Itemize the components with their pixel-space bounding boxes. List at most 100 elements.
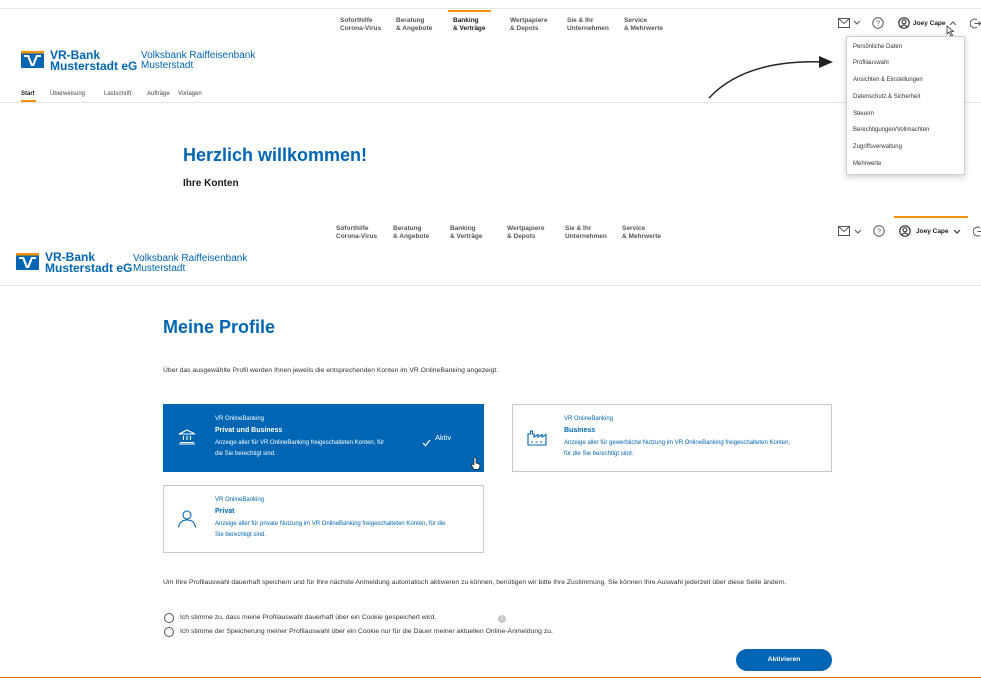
profile-card-privat-business[interactable]: VR OnlineBanking Privat und Business Anz… xyxy=(163,404,484,472)
nav-item-soforthilfe[interactable]: Soforthilfe Corona-Virus xyxy=(336,225,377,240)
logout-icon[interactable] xyxy=(969,18,981,32)
subnav-ueberweisung[interactable]: Überweisung xyxy=(50,91,85,97)
nav-line1: Sie & Ihr xyxy=(567,17,594,24)
nav-line2: & Angebote xyxy=(396,24,433,32)
radio-label-permanent[interactable]: Ich stimme zu, dass meine Profilauswahl … xyxy=(180,614,436,621)
welcome-title: Herzlich willkommen! xyxy=(183,145,368,165)
intro-text: Über das ausgewählte Profil werden Ihnen… xyxy=(163,367,499,374)
subnav-start[interactable]: Start xyxy=(21,91,35,97)
page-title: Meine Profile xyxy=(163,317,276,337)
chevron-down-icon[interactable] xyxy=(853,19,861,29)
factory-icon xyxy=(527,430,547,451)
person-icon xyxy=(177,510,197,533)
card-description-line2: für die Sie berechtigt sind. xyxy=(564,451,634,457)
nav-item-service[interactable]: Service & Mehrwerte xyxy=(624,17,663,32)
nav-line1: Beratung xyxy=(396,17,425,24)
menu-item-zugriffsverwaltung[interactable]: Zugriffsverwaltung xyxy=(853,144,902,150)
chevron-down-icon[interactable] xyxy=(953,228,961,238)
user-name[interactable]: Joey Cape xyxy=(913,20,946,27)
info-icon[interactable]: i xyxy=(498,615,506,623)
subnav-auftraege[interactable]: Aufträge xyxy=(147,91,170,97)
radio-consent-permanent[interactable] xyxy=(164,613,174,623)
accounts-heading: Ihre Konten xyxy=(183,178,239,189)
bottom-accent-line xyxy=(0,677,981,678)
nav-line1: Banking xyxy=(450,225,476,232)
mail-icon[interactable] xyxy=(838,18,850,31)
nav-line1: Sie & Ihr xyxy=(565,225,592,232)
user-name[interactable]: Joey Cape xyxy=(916,228,949,235)
nav-item-beratung[interactable]: Beratung & Angebote xyxy=(396,17,432,32)
card-type: VR OnlineBanking xyxy=(215,497,265,503)
subnav-vorlagen[interactable]: Vorlagen xyxy=(178,91,202,97)
nav-item-beratung[interactable]: Beratung & Angebote xyxy=(393,225,429,240)
nav-item-banking[interactable]: Banking & Verträge xyxy=(450,225,483,240)
nav-line2: Unternehmen xyxy=(565,232,607,240)
card-description-line1: Anzeige aller für VR OnlineBanking freig… xyxy=(215,440,385,446)
nav-line1: Wertpapiere xyxy=(507,225,545,232)
user-menu-active-indicator xyxy=(894,216,968,218)
svg-text:?: ? xyxy=(876,19,880,28)
help-icon[interactable]: ? xyxy=(873,225,885,240)
card-title: Privat und Business xyxy=(215,427,283,434)
user-avatar-icon[interactable] xyxy=(898,17,910,32)
nav-item-unternehmen[interactable]: Sie & Ihr Unternehmen xyxy=(565,225,607,240)
header-divider xyxy=(0,285,981,286)
nav-line1: Service xyxy=(624,17,648,24)
brand-sub-line2: Musterstadt xyxy=(141,60,194,71)
card-type: VR OnlineBanking xyxy=(215,416,265,422)
radio-label-session[interactable]: Ich stimme der Speicherung meiner Profil… xyxy=(180,628,553,635)
subnav-lastschrift[interactable]: Lastschrift xyxy=(104,91,131,97)
svg-text:?: ? xyxy=(877,227,881,236)
nav-line2: & Depots xyxy=(510,24,539,32)
nav-line2: Corona-Virus xyxy=(340,24,382,32)
nav-item-wertpapiere[interactable]: Wertpapiere & Depots xyxy=(510,17,547,32)
chevron-down-icon[interactable] xyxy=(854,228,862,238)
user-menu-dropdown: Persönliche Daten Profilauswahl Ansichte… xyxy=(846,36,965,175)
nav-item-banking[interactable]: Banking & Verträge xyxy=(453,17,486,32)
nav-line2: & Verträge xyxy=(453,24,486,32)
brand-name-line2: Musterstadt eG xyxy=(50,59,138,73)
menu-item-mehrwerte[interactable]: Mehrwerte xyxy=(853,161,881,167)
brand-name-line2: Musterstadt eG xyxy=(45,261,133,275)
card-description-line2: Sie berechtigt sind. xyxy=(215,532,267,538)
menu-item-datenschutz[interactable]: Datenschutz & Sicherheit xyxy=(853,94,920,100)
card-type: VR OnlineBanking xyxy=(564,416,614,422)
check-icon xyxy=(422,434,431,452)
menu-item-steuern[interactable]: Steuern xyxy=(853,111,874,117)
nav-item-service[interactable]: Service & Mehrwerte xyxy=(622,225,661,240)
menu-item-berechtigungen[interactable]: Berechtigungen/Vollmachten xyxy=(853,127,929,133)
nav-line1: Soforthilfe xyxy=(336,225,369,232)
annotation-arrow-icon xyxy=(705,52,837,107)
nav-line1: Wertpapiere xyxy=(510,17,548,24)
nav-line1: Beratung xyxy=(393,225,422,232)
top-border xyxy=(0,8,981,9)
activate-button[interactable]: Aktivieren xyxy=(736,649,832,671)
nav-item-unternehmen[interactable]: Sie & Ihr Unternehmen xyxy=(567,17,609,32)
nav-line2: Corona-Virus xyxy=(336,232,378,240)
nav-item-soforthilfe[interactable]: Soforthilfe Corona-Virus xyxy=(340,17,381,32)
nav-line2: & Angebote xyxy=(393,232,430,240)
bank-logo-icon[interactable] xyxy=(16,253,39,270)
user-avatar-icon[interactable] xyxy=(899,225,911,240)
menu-item-profilauswahl[interactable]: Profilauswahl xyxy=(853,60,889,66)
menu-item-persoenliche-daten[interactable]: Persönliche Daten xyxy=(853,44,902,50)
radio-consent-session[interactable] xyxy=(164,627,174,637)
bank-building-icon xyxy=(178,429,196,450)
logout-icon[interactable] xyxy=(972,226,981,240)
card-description-line1: Anzeige aller für gewerbliche Nutzung im… xyxy=(564,440,791,446)
nav-line2: Unternehmen xyxy=(567,24,609,32)
help-icon[interactable]: ? xyxy=(872,17,884,32)
active-status: Aktiv xyxy=(435,433,452,442)
nav-line1: Service xyxy=(622,225,646,232)
bank-logo-icon[interactable] xyxy=(21,51,44,68)
consent-text: Um Ihre Profilauswahl dauerhaft speicher… xyxy=(163,579,787,586)
profile-card-privat[interactable]: VR OnlineBanking Privat Anzeige aller fü… xyxy=(163,485,484,553)
menu-item-ansichten[interactable]: Ansichten & Einstellungen xyxy=(853,77,923,83)
nav-line2: & Verträge xyxy=(450,232,483,240)
card-description-line2: die Sie berechtigt sind. xyxy=(215,451,276,457)
mail-icon[interactable] xyxy=(838,226,850,239)
card-title: Business xyxy=(564,427,596,434)
nav-line2: & Mehrwerte xyxy=(624,24,664,32)
profile-card-business[interactable]: VR OnlineBanking Business Anzeige aller … xyxy=(512,404,832,472)
nav-item-wertpapiere[interactable]: Wertpapiere & Depots xyxy=(507,225,544,240)
